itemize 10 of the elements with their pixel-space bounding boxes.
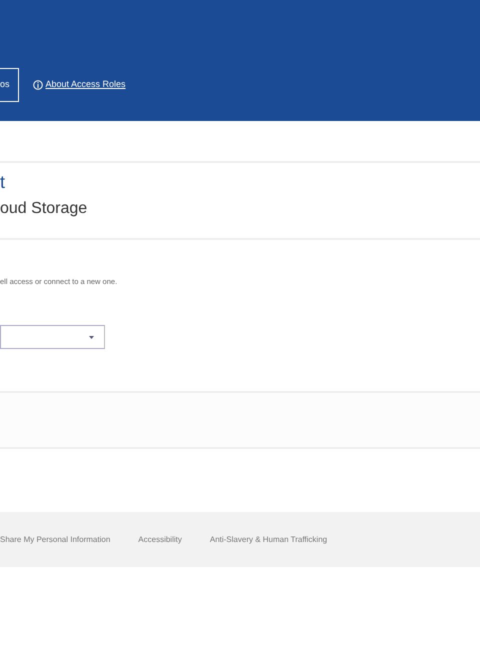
- about-link[interactable]: About Access Roles: [32, 68, 126, 102]
- footer-link[interactable]: Share My Personal Information: [0, 534, 110, 546]
- header-button[interactable]: os: [0, 68, 19, 102]
- footer-link[interactable]: Accessibility: [138, 534, 182, 546]
- footer-link[interactable]: Anti-Slavery & Human Trafficking: [210, 534, 328, 546]
- section-subtitle: oud Storage: [0, 199, 88, 219]
- caret-icon: [89, 336, 94, 339]
- dropdown-field[interactable]: [0, 325, 105, 350]
- info-icon: [32, 80, 43, 90]
- section-title: t: [0, 171, 6, 193]
